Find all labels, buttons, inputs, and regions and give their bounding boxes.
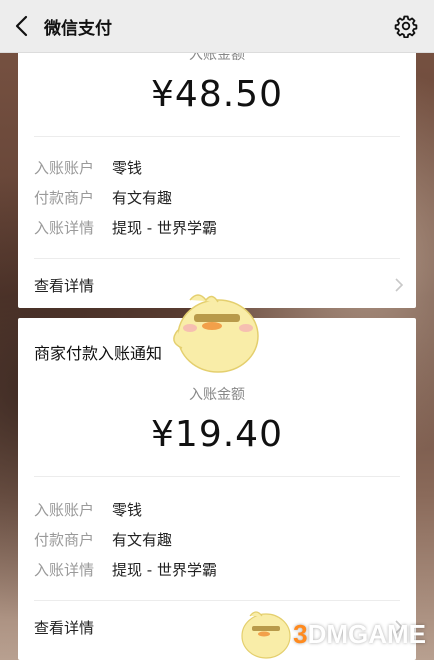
info-row-value: 提现 - 世界学霸: [112, 561, 217, 579]
amount-value: ¥48.50: [151, 74, 283, 115]
chevron-left-icon[interactable]: [12, 14, 34, 38]
page-title: 微信支付: [44, 19, 112, 39]
watermark-prefix: 3: [293, 619, 308, 649]
view-details-link[interactable]: 查看详情: [34, 275, 94, 296]
info-row: 付款商户 有文有趣: [34, 187, 172, 208]
info-row-value: 有文有趣: [112, 531, 173, 549]
info-row-value: 有文有趣: [112, 189, 173, 207]
divider: [34, 136, 400, 137]
chevron-right-icon[interactable]: [394, 277, 404, 293]
info-row-value: 零钱: [112, 159, 143, 177]
info-row-key: 付款商户: [34, 189, 95, 207]
info-row: 入账账户 零钱: [34, 499, 142, 520]
info-row-key: 付款商户: [34, 531, 95, 549]
info-row: 入账详情 提现 - 世界学霸: [34, 217, 217, 238]
info-row: 付款商户 有文有趣: [34, 529, 172, 550]
site-watermark: 3DMGAME: [293, 619, 426, 650]
payment-notification-card: 入账金额 ¥48.50 入账账户 零钱 付款商户 有文有趣 入账详情 提现 - 世界学…: [18, 40, 416, 308]
info-row-key: 入账账户: [34, 501, 95, 519]
info-row: 入账详情 提现 - 世界学霸: [34, 559, 217, 580]
view-details-link[interactable]: 查看详情: [34, 617, 94, 638]
amount-value: ¥19.40: [151, 414, 283, 455]
chick-mascot-sticker: [173, 294, 259, 373]
chick-mascot-icon: [241, 611, 291, 659]
gear-icon[interactable]: [394, 14, 418, 38]
info-row: 入账账户 零钱: [34, 157, 142, 178]
top-bar: 微信支付: [0, 0, 434, 53]
divider: [34, 258, 400, 259]
watermark-text: DMGAME: [307, 619, 426, 649]
divider: [34, 600, 400, 601]
amount-label: 入账金额: [189, 387, 245, 403]
info-row-value: 提现 - 世界学霸: [112, 219, 217, 237]
card-title: 商家付款入账通知: [34, 344, 163, 363]
info-row-value: 零钱: [112, 501, 143, 519]
divider: [34, 476, 400, 477]
info-row-key: 入账详情: [34, 219, 95, 237]
info-row-key: 入账账户: [34, 159, 95, 177]
info-row-key: 入账详情: [34, 561, 95, 579]
